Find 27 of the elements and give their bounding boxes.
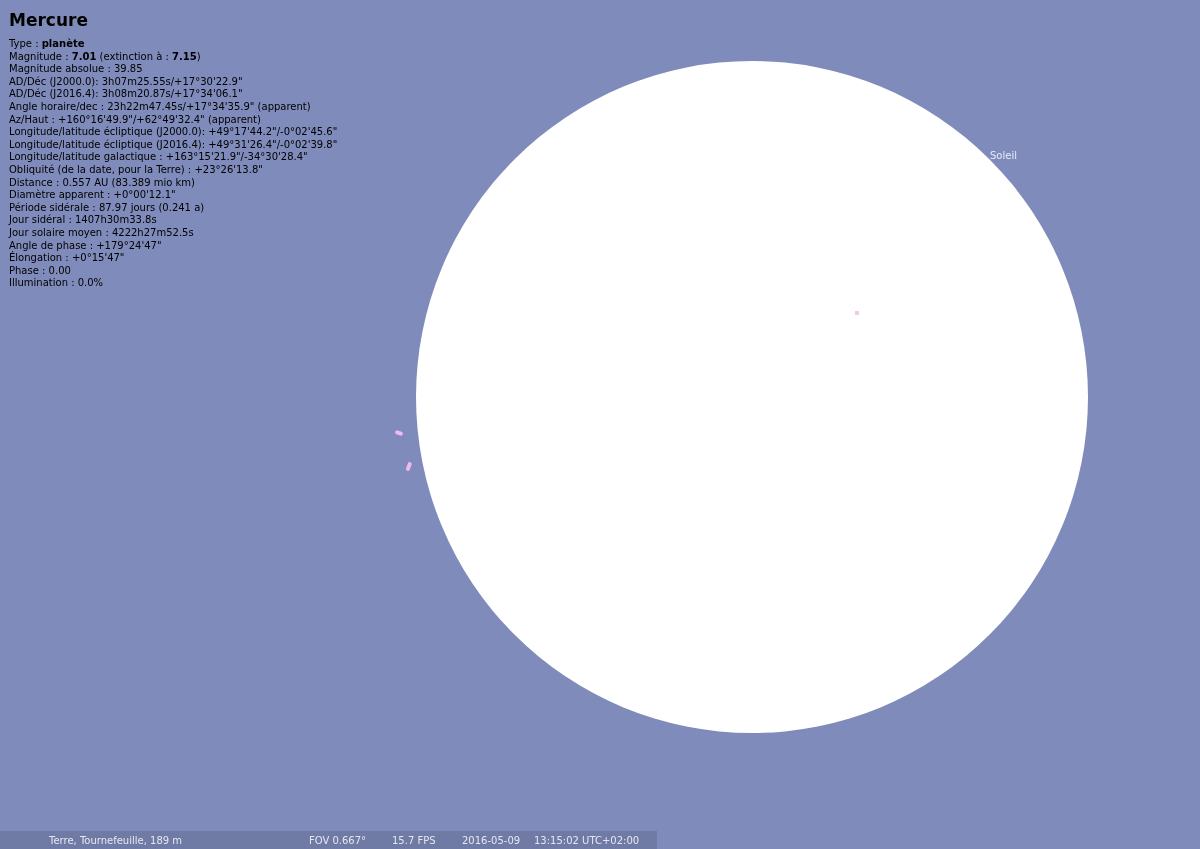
info-line: Magnitude : 7.01 (extinction à : 7.15) [9, 50, 201, 64]
info-line: Magnitude absolue : 39.85 [9, 63, 143, 76]
time-text: 13:15:02 UTC+02:00 [534, 833, 640, 848]
info-line: AD/Déc (J2000.0): 3h07m25.55s/+17°30'22.9" [9, 75, 243, 88]
info-line: Az/Haut : +160°16'49.9"/+62°49'32.4" (apparent) [9, 113, 261, 126]
info-line: Jour solaire moyen : 4222h27m52.5s [9, 226, 194, 240]
info-line: Phase : 0.00 [9, 264, 71, 278]
info-line: Obliquité (de la date, pour la Terre) : +23°26'13.8" [9, 163, 263, 177]
info-line: Jour sidéral : 1407h30m33.8s [9, 214, 157, 227]
object-name: Mercure [9, 10, 89, 30]
info-line: Élongation : +0°15'47" [9, 252, 125, 265]
info-line: Distance : 0.557 AU (83.389 mio km) [9, 176, 195, 189]
location-text: Terre, Tournefeuille, 189 m [49, 833, 184, 848]
info-line: Type : planète [9, 38, 85, 51]
info-line: Angle horaire/dec : 23h22m47.45s/+17°34'35.9" (apparent) [9, 100, 311, 114]
info-line: AD/Déc (J2016.4): 3h08m20.87s/+17°34'06.1" [9, 88, 243, 101]
info-line: Illumination : 0.0% [9, 277, 104, 290]
fov-text: FOV 0.667° [309, 833, 368, 848]
info-line: Longitude/latitude galactique : +163°15'21.9"/-34°30'28.4" [9, 151, 308, 164]
info-line: Angle de phase : +179°24'47" [9, 239, 162, 252]
sun-label: Soleil [990, 149, 1017, 163]
info-line: Longitude/latitude écliptique (J2000.0): +49°17'44.2"/-0°02'45.6" [9, 126, 338, 139]
info-line: Longitude/latitude écliptique (J2016.4): +49°31'26.4"/-0°02'39.8" [9, 138, 338, 152]
date-text: 2016-05-09 [462, 833, 522, 848]
info-line: Diamètre apparent : +0°00'12.1" [9, 189, 176, 202]
fps-text: 15.7 FPS [392, 833, 437, 848]
info-line: Période sidérale : 87.97 jours (0.241 a) [9, 201, 205, 214]
